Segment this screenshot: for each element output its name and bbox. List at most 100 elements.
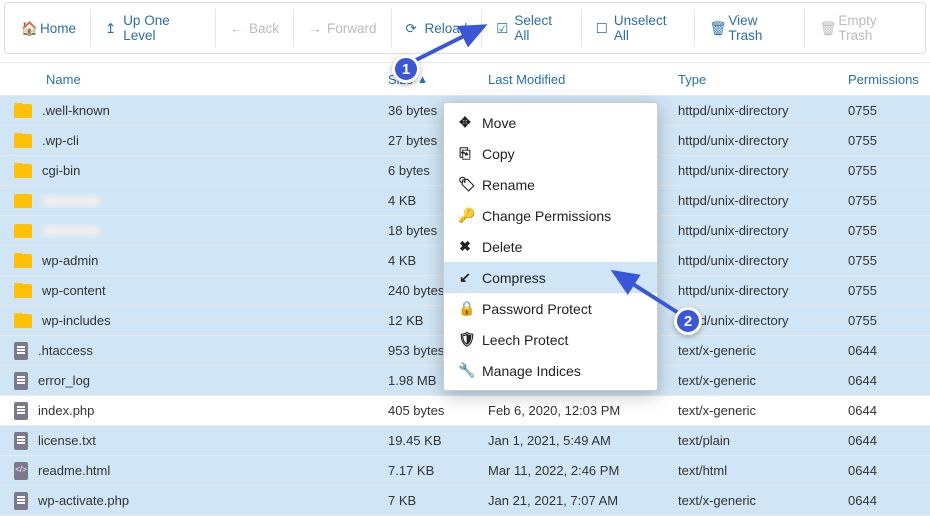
cell-modified: Feb 6, 2020, 12:03 PM bbox=[480, 403, 670, 418]
cell-name: .htaccess bbox=[0, 342, 380, 360]
reload-icon: ⟳ bbox=[405, 21, 419, 35]
cell-name: wp-admin bbox=[0, 253, 380, 268]
cell-type: httpd/unix-directory bbox=[670, 133, 840, 148]
ctx-manage-indices[interactable]: 🔧Manage Indices bbox=[444, 355, 657, 386]
cell-type: text/x-generic bbox=[670, 343, 840, 358]
folder-icon bbox=[14, 134, 32, 148]
cell-perm: 0755 bbox=[840, 193, 930, 208]
copy-icon: ⎘ bbox=[458, 145, 472, 162]
ctx-password-protect[interactable]: 🔒Password Protect bbox=[444, 293, 657, 324]
view-trash-label: View Trash bbox=[728, 13, 790, 43]
up-one-level-button[interactable]: ↥Up One Level bbox=[95, 7, 211, 49]
file-name: [redacted] bbox=[42, 225, 100, 237]
cell-size: 19.45 KB bbox=[380, 433, 480, 448]
uncheck-icon: ☐ bbox=[596, 21, 609, 35]
ctx-compress[interactable]: ↙Compress bbox=[444, 262, 657, 293]
unselect-all-label: Unselect All bbox=[614, 13, 681, 43]
cell-type: httpd/unix-directory bbox=[670, 223, 840, 238]
folder-icon bbox=[14, 224, 32, 238]
table-row[interactable]: wp-activate.php7 KBJan 21, 2021, 7:07 AM… bbox=[0, 486, 930, 516]
table-header: Name Size▴ Last Modified Type Permission… bbox=[0, 62, 930, 96]
ctx-move[interactable]: ✥Move bbox=[444, 107, 657, 138]
cell-name: [redacted] bbox=[0, 194, 380, 208]
cell-perm: 0644 bbox=[840, 493, 930, 508]
empty-trash-button[interactable]: 🗑Empty Trash bbox=[809, 7, 919, 49]
sort-asc-icon: ▴ bbox=[419, 71, 426, 87]
cell-type: text/x-generic bbox=[670, 493, 840, 508]
table-row[interactable]: index.php405 bytesFeb 6, 2020, 12:03 PMt… bbox=[0, 396, 930, 426]
back-label: Back bbox=[249, 21, 279, 36]
ctx-change-permissions[interactable]: 🔑Change Permissions bbox=[444, 200, 657, 231]
forward-label: Forward bbox=[327, 21, 377, 36]
ctx-delete[interactable]: ✖Delete bbox=[444, 231, 657, 262]
cell-name: wp-includes bbox=[0, 313, 380, 328]
forward-button[interactable]: →Forward bbox=[298, 7, 387, 49]
file-icon bbox=[14, 342, 28, 360]
col-permissions[interactable]: Permissions bbox=[840, 72, 930, 87]
file-name: .htaccess bbox=[38, 343, 93, 358]
reload-label: Reload bbox=[424, 21, 467, 36]
cell-type: httpd/unix-directory bbox=[670, 103, 840, 118]
trash-icon: 🗑 bbox=[819, 21, 833, 35]
reload-button[interactable]: ⟳ Reload bbox=[395, 7, 477, 49]
col-name[interactable]: Name bbox=[0, 72, 380, 87]
folder-icon bbox=[14, 104, 32, 118]
back-button[interactable]: ←Back bbox=[220, 7, 289, 49]
cell-name: license.txt bbox=[0, 432, 380, 450]
wrench-icon: 🔧 bbox=[458, 362, 472, 379]
cell-name: .wp-cli bbox=[0, 133, 380, 148]
cell-type: text/x-generic bbox=[670, 403, 840, 418]
col-type[interactable]: Type bbox=[670, 72, 840, 87]
key-icon: 🔑 bbox=[458, 207, 472, 224]
table-row[interactable]: license.txt19.45 KBJan 1, 2021, 5:49 AMt… bbox=[0, 426, 930, 456]
ctx-rename[interactable]: 🏷Rename bbox=[444, 169, 657, 200]
file-name: [redacted] bbox=[42, 195, 100, 207]
trash-icon: 🗑 bbox=[709, 21, 723, 35]
col-modified[interactable]: Last Modified bbox=[480, 72, 670, 87]
file-name: error_log bbox=[38, 373, 90, 388]
toolbar: 🏠Home ↥Up One Level ←Back →Forward ⟳ Relo… bbox=[4, 2, 926, 54]
cell-type: httpd/unix-directory bbox=[670, 283, 840, 298]
home-label: Home bbox=[40, 21, 76, 36]
table-row[interactable]: readme.html7.17 KBMar 11, 2022, 2:46 PMt… bbox=[0, 456, 930, 486]
ctx-leech-protect[interactable]: 🛡Leech Protect bbox=[444, 324, 657, 355]
cell-name: wp-content bbox=[0, 283, 380, 298]
folder-icon bbox=[14, 254, 32, 268]
check-icon: ☑ bbox=[496, 21, 509, 35]
cell-name: index.php bbox=[0, 402, 380, 420]
cell-name: wp-activate.php bbox=[0, 492, 380, 510]
cell-perm: 0644 bbox=[840, 463, 930, 478]
cell-perm: 0644 bbox=[840, 373, 930, 388]
cell-size: 7 KB bbox=[380, 493, 480, 508]
file-name: wp-includes bbox=[42, 313, 111, 328]
cell-name: readme.html bbox=[0, 462, 380, 480]
cell-perm: 0644 bbox=[840, 433, 930, 448]
file-icon bbox=[14, 402, 28, 420]
compress-icon: ↙ bbox=[458, 269, 472, 286]
ctx-copy[interactable]: ⎘Copy bbox=[444, 138, 657, 169]
cell-perm: 0644 bbox=[840, 343, 930, 358]
folder-icon bbox=[14, 314, 32, 328]
select-all-button[interactable]: ☑ Select All bbox=[486, 7, 577, 49]
select-all-label: Select All bbox=[514, 13, 566, 43]
tag-icon: 🏷 bbox=[458, 176, 472, 193]
unselect-all-button[interactable]: ☐ Unselect All bbox=[586, 7, 691, 49]
file-icon bbox=[14, 372, 28, 390]
cell-type: text/x-generic bbox=[670, 373, 840, 388]
folder-icon bbox=[14, 194, 32, 208]
cell-type: httpd/unix-directory bbox=[670, 253, 840, 268]
file-name: wp-activate.php bbox=[38, 493, 129, 508]
cell-perm: 0755 bbox=[840, 283, 930, 298]
shield-icon: 🛡 bbox=[458, 331, 472, 348]
up-label: Up One Level bbox=[123, 13, 201, 43]
file-name: wp-content bbox=[42, 283, 106, 298]
file-name: index.php bbox=[38, 403, 94, 418]
file-icon bbox=[14, 492, 28, 510]
file-name: readme.html bbox=[38, 463, 110, 478]
view-trash-button[interactable]: 🗑 View Trash bbox=[699, 7, 800, 49]
cell-type: text/html bbox=[670, 463, 840, 478]
cell-type: text/plain bbox=[670, 433, 840, 448]
cell-name: [redacted] bbox=[0, 224, 380, 238]
file-name: wp-admin bbox=[42, 253, 98, 268]
home-button[interactable]: 🏠Home bbox=[11, 7, 86, 49]
